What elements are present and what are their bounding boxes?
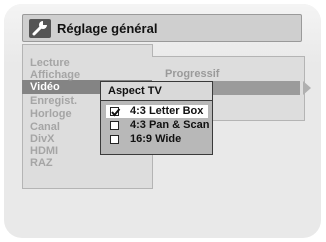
menu-item-horloge[interactable]: Horloge [30,109,72,120]
checkbox-icon[interactable] [110,121,119,130]
page-title: Réglage général [57,21,158,36]
aspect-tv-title: Aspect TV [108,85,162,97]
option-wide[interactable]: 16:9 Wide [106,133,208,146]
wrench-icon [29,19,51,38]
arrow-right-icon [303,81,311,95]
menu-item-canal[interactable]: Canal [30,122,60,133]
option-pan-scan[interactable]: 4:3 Pan & Scan [106,119,210,132]
menu-item-hdmi[interactable]: HDMI [30,146,58,157]
menu-item-affichage[interactable]: Affichage [30,70,80,81]
option-letter-box[interactable]: 4:3 Letter Box [106,105,208,118]
aspect-tv-dialog: Aspect TV 4:3 Letter Box 4:3 Pan & Scan … [100,81,213,155]
aspect-tv-header: Aspect TV [101,82,212,101]
option-label: 16:9 Wide [130,133,182,145]
menu-item-video[interactable]: Vidéo [30,82,60,93]
option-label: 4:3 Letter Box [130,105,204,117]
menu-item-enregist[interactable]: Enregist. [30,96,77,107]
aspect-setting-row[interactable] [201,81,300,95]
menu-item-raz[interactable]: RAZ [30,158,53,169]
title-bar: Réglage général [22,14,302,42]
checkbox-checked-icon[interactable] [110,107,121,117]
menu-item-lecture[interactable]: Lecture [30,58,70,69]
menu-item-divx[interactable]: DivX [30,134,54,145]
progressive-label[interactable]: Progressif [165,68,219,80]
checkbox-icon[interactable] [110,135,119,144]
option-label: 4:3 Pan & Scan [130,119,210,131]
